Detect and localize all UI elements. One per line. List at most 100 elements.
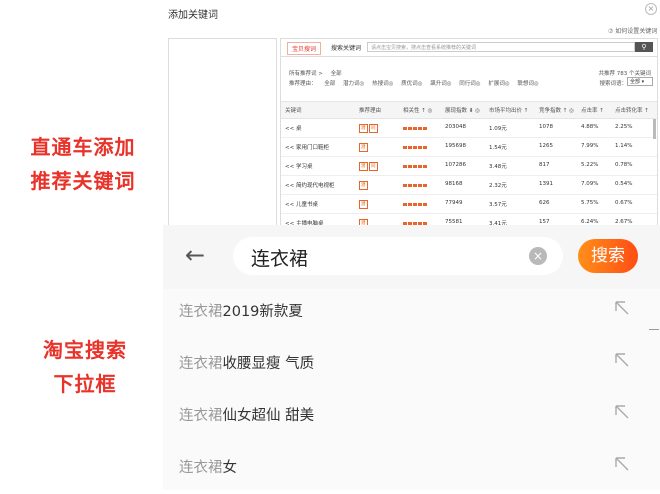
cvr-cell: 0.67%: [615, 200, 633, 206]
help-link[interactable]: ⑦ 如何设置关键词: [608, 26, 657, 35]
filter-option[interactable]: 联想词◎: [517, 81, 538, 87]
caption-line: 推荐关键词: [30, 169, 136, 193]
scrollbar[interactable]: [653, 119, 656, 139]
suggestion-keyword: 连衣裙: [179, 408, 223, 424]
table-row[interactable]: << 学习桌 潜同 107286 3.48元 817 5.22% 0.78%: [281, 157, 657, 176]
col-relevance[interactable]: 相关性 ↑ ◎: [403, 106, 432, 114]
sort-value: 全部: [630, 79, 641, 85]
panel-title: 添加关键词: [168, 10, 218, 21]
suggestion-text: 连衣裙女: [179, 456, 237, 477]
suggestion-rest: 仙女超仙 甜美: [222, 408, 315, 424]
col-keyword[interactable]: 关键词: [285, 106, 302, 114]
suggestion-text: 连衣裙收腰显瘦 气质: [179, 352, 314, 373]
suggestion-item[interactable]: 连衣裙2019新款夏: [163, 286, 660, 338]
reason-tag: 同: [369, 162, 378, 171]
sort-select[interactable]: 全部 ▾: [627, 77, 653, 86]
fill-arrow-icon[interactable]: [613, 403, 631, 421]
keyword-cell: << 简约现代电视柜: [285, 183, 335, 189]
filter-option[interactable]: 扩展词◎: [488, 81, 509, 87]
caption-line: 直通车添加: [30, 135, 136, 159]
ctr-cell: 5.75%: [581, 200, 599, 206]
suggestion-rest: 收腰显瘦 气质: [222, 356, 315, 372]
competition-cell: 1265: [539, 143, 553, 149]
search-icon[interactable]: ⚲: [635, 42, 653, 52]
impressions-cell: 98168: [445, 181, 463, 187]
fill-arrow-icon[interactable]: [613, 455, 631, 473]
relevance-bar: [403, 127, 427, 130]
ctr-cell: 5.22%: [581, 162, 599, 168]
total-count: 共推荐 783 个关键词: [598, 71, 652, 77]
relevance-bar: [403, 146, 427, 149]
filter-option[interactable]: 潜力词◎: [343, 81, 364, 87]
search-input[interactable]: 连衣裙 ×: [233, 237, 563, 275]
caption-taobao-dropdown: 淘宝搜索 下拉框: [20, 333, 150, 401]
table-header: 关键词 推荐理由 相关性 ↑ ◎ 展现指数 ⬇ ◎ 市场平均出价 ↑ 竞争指数 …: [281, 101, 657, 119]
competition-cell: 626: [539, 200, 550, 206]
reason-tag: 同: [369, 124, 378, 133]
filter-value[interactable]: 全部: [331, 71, 342, 77]
suggestion-item[interactable]: 连衣裙收腰显瘦 气质: [163, 338, 660, 390]
competition-cell: 1078: [539, 124, 553, 130]
keyword-cell: << 学习桌: [285, 164, 313, 170]
suggestion-item[interactable]: 连衣裙仙女超仙 甜美: [163, 390, 660, 442]
impressions-cell: 203048: [445, 124, 466, 130]
keyword-cell: << 桌: [285, 126, 302, 132]
search-header: ← 连衣裙 × 搜索: [163, 225, 660, 289]
col-competition[interactable]: 竞争指数 ↑ ◎: [539, 106, 574, 114]
filter-option[interactable]: 飙升词◎: [430, 81, 451, 87]
col-impressions[interactable]: 展现指数 ⬇ ◎: [445, 106, 480, 114]
suggestion-rest: 女: [222, 460, 238, 476]
keyword-cell: << 儿童书桌: [285, 202, 318, 208]
suggestion-item[interactable]: 连衣裙女: [163, 442, 660, 494]
tab-item-search[interactable]: 宝贝搜词: [287, 42, 322, 55]
clear-icon[interactable]: ×: [529, 247, 547, 265]
ctr-cell: 4.88%: [581, 124, 599, 130]
col-avg-bid[interactable]: 市场平均出价 ↑: [489, 106, 528, 114]
competition-cell: 817: [539, 162, 550, 168]
filter-option[interactable]: 同行词◎: [459, 81, 480, 87]
divider: [649, 329, 659, 330]
impressions-cell: 195698: [445, 143, 466, 149]
filter-label: 所有推荐词 >: [289, 71, 323, 77]
table-row[interactable]: << 家用门口鞋柜 潜 195698 1.54元 1265 7.99% 1.14%: [281, 138, 657, 157]
fill-arrow-icon[interactable]: [613, 351, 631, 369]
avg-bid-cell: 2.32元: [489, 183, 507, 189]
search-button[interactable]: 搜索: [578, 239, 638, 273]
filter-option[interactable]: 全部: [324, 81, 335, 87]
filter-option[interactable]: 质优词◎: [401, 81, 422, 87]
back-arrow-icon[interactable]: ←: [185, 243, 205, 267]
cvr-cell: 0.78%: [615, 162, 633, 168]
suggestion-keyword: 连衣裙: [179, 460, 223, 476]
fill-arrow-icon[interactable]: [613, 299, 631, 317]
avg-bid-cell: 1.09元: [489, 126, 507, 132]
cvr-cell: 2.25%: [615, 124, 633, 130]
table-row[interactable]: << 儿童书桌 潜 77949 3.57元 626 5.75% 0.67%: [281, 195, 657, 214]
avg-bid-cell: 1.54元: [489, 145, 507, 151]
reason-tag: 潜: [359, 162, 368, 171]
tab-bar: 宝贝搜词 搜索关键词 请点击宝贝搜索，搜点击查看系统推荐的关键词 ⚲: [281, 39, 657, 57]
reason-tag: 潜: [359, 124, 368, 133]
table-row[interactable]: << 简约现代电视柜 潜 98168 2.32元 1391 7.09% 0.54%: [281, 176, 657, 195]
caption-line: 下拉框: [53, 372, 117, 396]
avg-bid-cell: 3.57元: [489, 202, 507, 208]
suggestion-text: 连衣裙2019新款夏: [179, 300, 303, 321]
keyword-search-input[interactable]: 请点击宝贝搜索，搜点击查看系统推荐的关键词: [367, 42, 635, 52]
close-icon[interactable]: ×: [645, 3, 657, 15]
suggestion-keyword: 连衣裙: [179, 356, 223, 372]
filter-option[interactable]: 热搜词◎: [372, 81, 393, 87]
mobile-search-panel: ← 连衣裙 × 搜索 连衣裙2019新款夏 连衣裙收腰显瘦 气质 连衣裙仙女超仙…: [163, 225, 660, 490]
cvr-cell: 1.14%: [615, 143, 633, 149]
reason-tag: 潜: [359, 181, 368, 190]
filter-row-reason: 推荐理由： 全部 潜力词◎ 热搜词◎ 质优词◎ 飙升词◎ 同行词◎ 扩展词◎ 联…: [289, 79, 545, 87]
cvr-cell: 0.54%: [615, 181, 633, 187]
recommend-panel: 宝贝搜词 搜索关键词 请点击宝贝搜索，搜点击查看系统推荐的关键词 ⚲ 所有推荐词…: [280, 38, 658, 240]
search-query: 连衣裙: [251, 248, 309, 270]
col-cvr[interactable]: 点击转化率 ↑: [615, 106, 649, 114]
tab-search-keywords[interactable]: 搜索关键词: [327, 42, 365, 53]
ctr-cell: 7.99%: [581, 143, 599, 149]
relevance-bar: [403, 184, 427, 187]
table-row[interactable]: << 桌 潜同 203048 1.09元 1078 4.88% 2.25%: [281, 119, 657, 138]
col-ctr[interactable]: 点击率 ↑: [581, 106, 604, 114]
suggestion-rest: 2019新款夏: [222, 304, 303, 320]
reason-tag: 潜: [359, 143, 368, 152]
